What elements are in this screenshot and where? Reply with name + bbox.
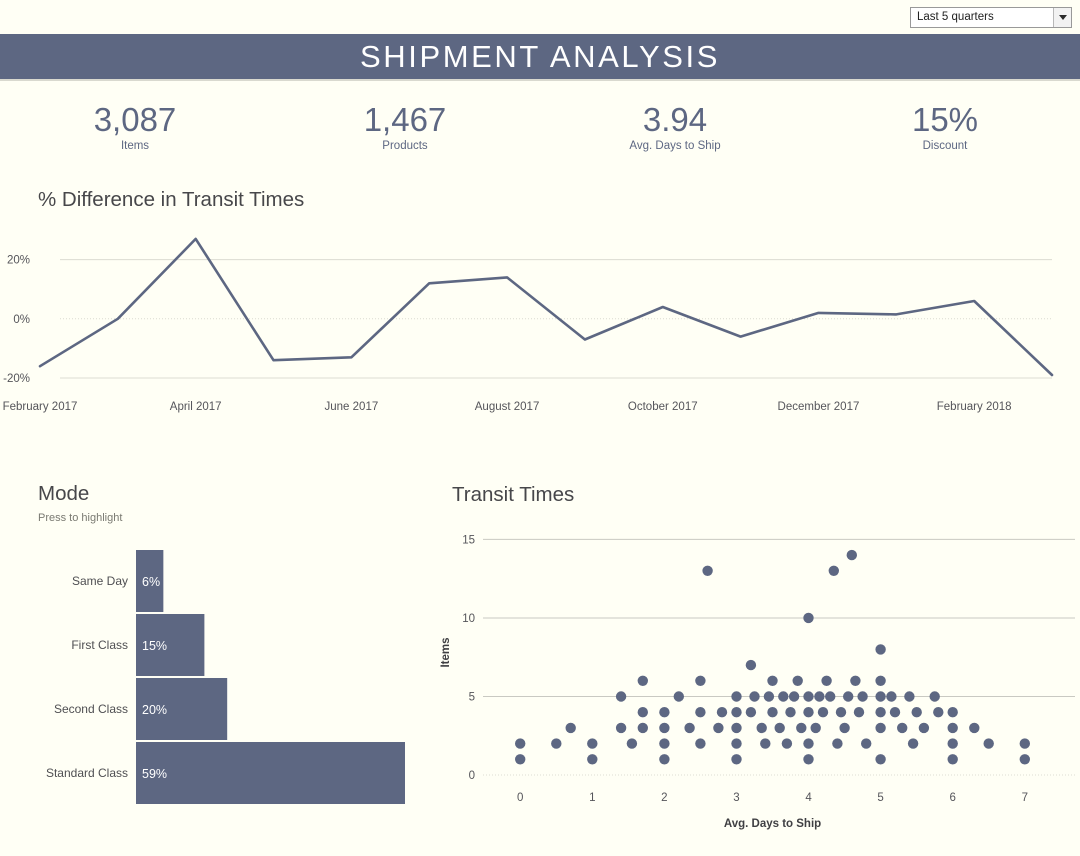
- svg-text:Avg. Days to Ship: Avg. Days to Ship: [724, 818, 821, 830]
- svg-text:15: 15: [462, 534, 475, 546]
- svg-text:6%: 6%: [142, 575, 160, 589]
- svg-text:5: 5: [469, 691, 475, 703]
- transit-times-chart: Transit Times 0 5 10 15 0 1 2 3 4 5 6 7 Avg. Days to…: [430, 475, 1080, 856]
- kpi-value: 3,087: [93, 101, 177, 138]
- date-range-filter-value: Last 5 quarters: [917, 11, 994, 23]
- svg-text:10: 10: [462, 613, 475, 625]
- page-title: SHIPMENT ANALYSIS: [359, 38, 721, 74]
- date-range-filter[interactable]: Last 5 quarters: [910, 6, 1072, 28]
- svg-text:Second Class: Second Class: [54, 702, 128, 716]
- kpi-products: 1,467 Products: [270, 101, 540, 155]
- kpi-value: 15%: [911, 101, 979, 138]
- svg-text:Items: Items: [440, 637, 452, 667]
- transit-difference-chart: % Difference in Transit Times -20% 0% 20% F…: [0, 170, 1080, 435]
- svg-text:0: 0: [517, 792, 523, 804]
- svg-text:2: 2: [661, 792, 667, 804]
- kpi-label: Avg. Days to Ship: [629, 140, 721, 152]
- svg-text:59%: 59%: [142, 767, 167, 781]
- svg-text:April 2017: April 2017: [170, 401, 222, 413]
- scatter-chart-plot[interactable]: 0 5 10 15 0 1 2 3 4 5 6 7 Avg. Days to Ship Items: [430, 510, 1080, 856]
- svg-text:August 2017: August 2017: [475, 401, 540, 413]
- bar-chart-title: Mode: [38, 482, 90, 505]
- svg-text:Same Day: Same Day: [72, 574, 128, 588]
- svg-text:4: 4: [805, 792, 812, 804]
- bar-chart-plot[interactable]: Same Day 6% First Class 15% Second Class 20% S…: [0, 530, 440, 840]
- kpi-row: 3,087 Items 1,467 Products 3.94 Avg. Day…: [0, 81, 1080, 155]
- kpi-label: Products: [382, 140, 428, 152]
- svg-text:7: 7: [1022, 792, 1028, 804]
- svg-text:6: 6: [949, 792, 955, 804]
- kpi-discount: 15% Discount: [810, 101, 1080, 155]
- kpi-avg-days-to-ship: 3.94 Avg. Days to Ship: [540, 101, 810, 155]
- dashboard-header: SHIPMENT ANALYSIS: [0, 34, 1080, 81]
- svg-text:October 2017: October 2017: [628, 401, 698, 413]
- svg-text:-20%: -20%: [3, 373, 30, 385]
- svg-text:20%: 20%: [7, 255, 30, 267]
- kpi-label: Items: [120, 140, 150, 152]
- svg-text:December 2017: December 2017: [778, 401, 860, 413]
- svg-text:June 2017: June 2017: [325, 401, 379, 413]
- svg-text:0: 0: [469, 770, 475, 782]
- svg-text:15%: 15%: [142, 639, 167, 653]
- svg-text:1: 1: [589, 792, 595, 804]
- svg-text:Standard Class: Standard Class: [46, 766, 128, 780]
- bar-chart-subtitle: Press to highlight: [38, 512, 123, 524]
- svg-text:February 2017: February 2017: [3, 401, 78, 413]
- svg-text:February 2018: February 2018: [937, 401, 1012, 413]
- line-chart-title: % Difference in Transit Times: [38, 188, 305, 211]
- kpi-value: 3.94: [642, 101, 708, 138]
- svg-text:20%: 20%: [142, 703, 167, 717]
- scatter-chart-title: Transit Times: [452, 483, 575, 506]
- line-chart-plot[interactable]: -20% 0% 20% February 2017 April 2017 June 201…: [0, 210, 1080, 435]
- kpi-value: 1,467: [363, 101, 447, 138]
- svg-text:0%: 0%: [13, 314, 30, 326]
- filter-bar: Last 5 quarters: [0, 0, 1080, 34]
- svg-text:3: 3: [733, 792, 739, 804]
- mode-chart: Mode Press to highlight Same Day 6% First …: [0, 475, 440, 855]
- kpi-label: Discount: [922, 140, 968, 152]
- svg-text:First Class: First Class: [71, 638, 128, 652]
- svg-text:5: 5: [877, 792, 883, 804]
- kpi-items: 3,087 Items: [0, 101, 270, 155]
- chevron-down-icon[interactable]: [1053, 7, 1071, 27]
